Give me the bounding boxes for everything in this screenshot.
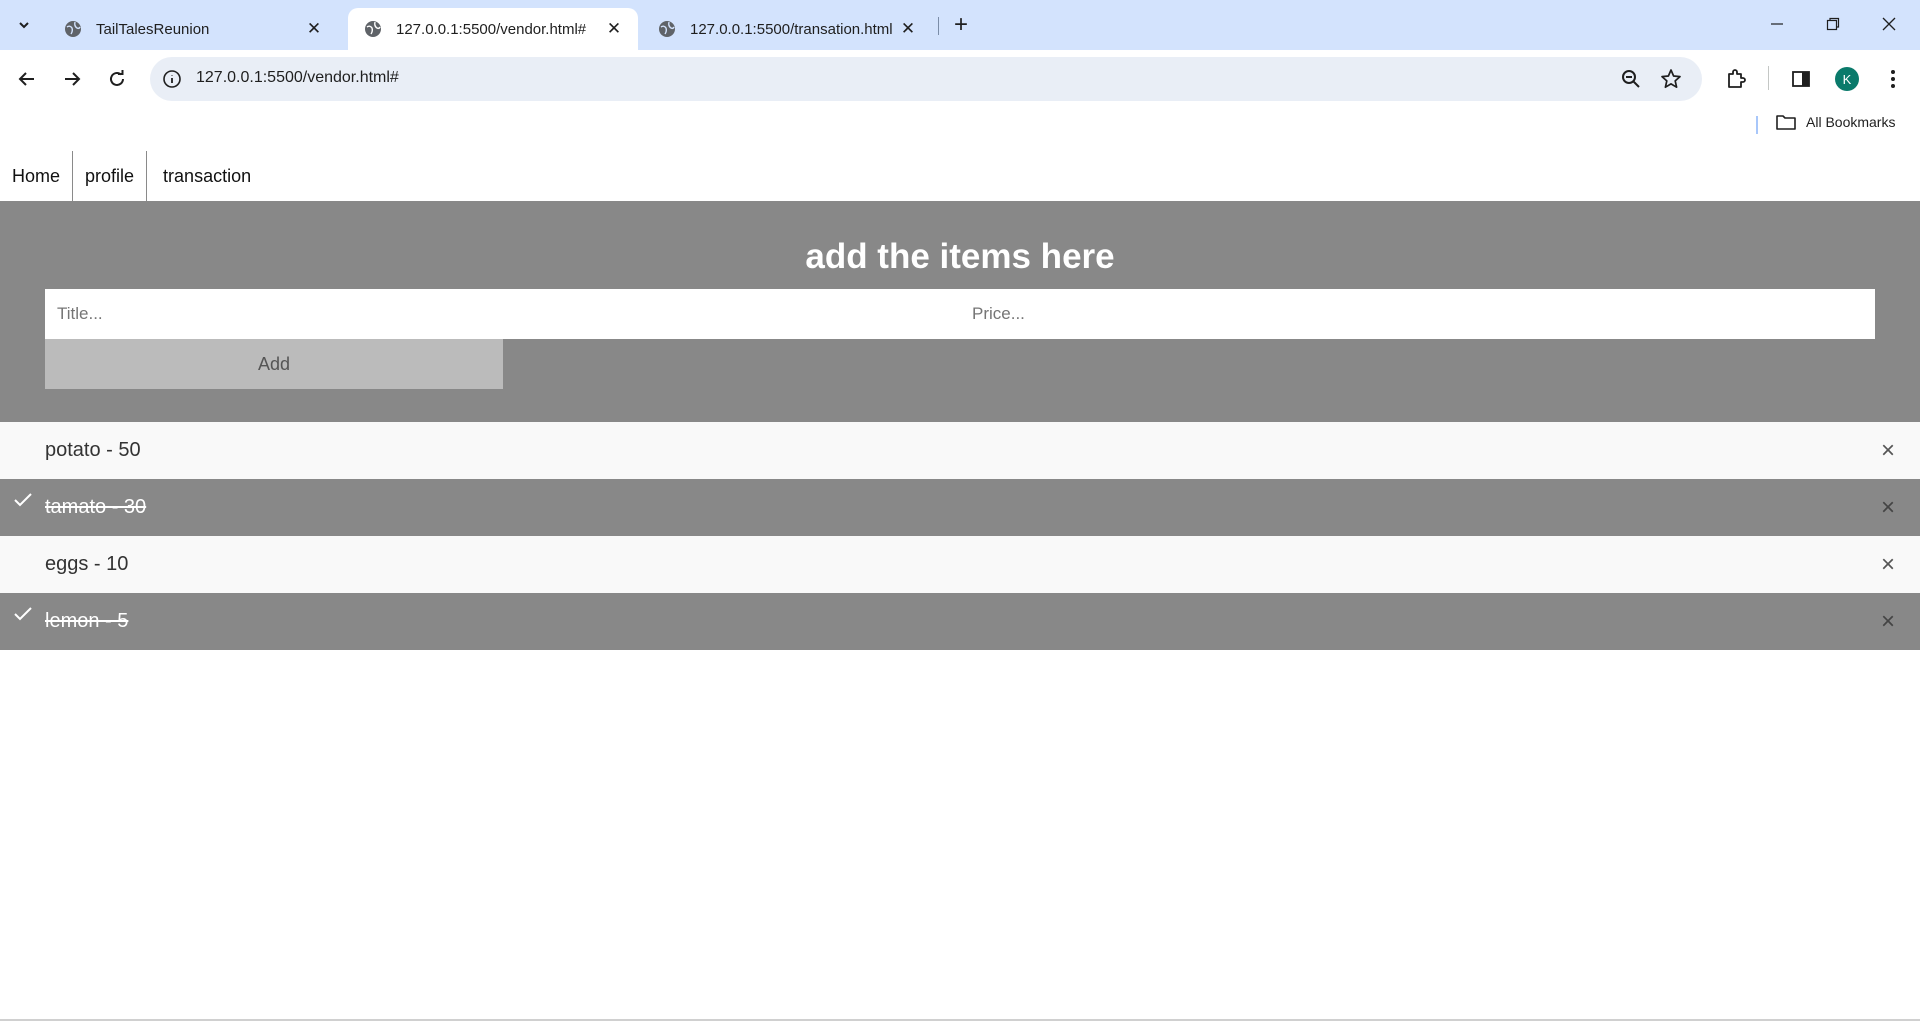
item-text: tamato - 30	[45, 496, 147, 518]
puzzle-icon	[1728, 69, 1746, 88]
top-nav: Home profile transaction	[0, 151, 263, 201]
item-text: eggs - 10	[45, 553, 129, 575]
side-panel-icon	[1792, 71, 1810, 87]
close-icon[interactable]: ×	[1876, 608, 1900, 635]
list-item[interactable]: eggs - 10 ×	[0, 536, 1920, 593]
browser-toolbar: 127.0.0.1:5500/vendor.html#	[0, 50, 1920, 108]
tab-title: TailTalesReunion	[96, 20, 210, 38]
list-item[interactable]: potato - 50 ×	[0, 422, 1920, 479]
restore-icon	[1826, 17, 1840, 31]
close-tab-icon[interactable]: ✕	[898, 19, 918, 39]
globe-icon	[659, 21, 675, 37]
item-list: potato - 50 × tamato - 30 × eggs - 10 × …	[0, 422, 1920, 650]
close-tab-icon[interactable]: ✕	[604, 19, 624, 39]
reload-button[interactable]	[100, 62, 134, 96]
price-input[interactable]	[960, 289, 1875, 339]
tab-tailtales[interactable]: TailTalesReunion ✕	[48, 8, 338, 50]
profile-avatar[interactable]: K	[1835, 67, 1859, 91]
tab-transation[interactable]: 127.0.0.1:5500/transation.html ✕	[642, 8, 932, 50]
chevron-down-icon	[19, 22, 29, 29]
back-button[interactable]	[10, 62, 44, 96]
bookmarks-separator	[1756, 116, 1758, 134]
browser-menu-button[interactable]	[1881, 67, 1905, 91]
toolbar-divider	[1768, 66, 1769, 90]
tab-separator	[938, 17, 939, 35]
close-icon	[1882, 17, 1896, 31]
side-panel-button[interactable]	[1789, 67, 1813, 91]
add-item-header: add the items here Add	[0, 201, 1920, 422]
list-item[interactable]: tamato - 30 ×	[0, 479, 1920, 536]
folder-icon	[1776, 115, 1796, 130]
reload-icon	[110, 70, 124, 86]
close-icon[interactable]: ×	[1876, 494, 1900, 521]
item-text: potato - 50	[45, 439, 141, 461]
page-content: Home profile transaction add the items h…	[0, 142, 1920, 1021]
url-text[interactable]: 127.0.0.1:5500/vendor.html#	[196, 69, 399, 87]
checkmark-icon	[14, 493, 32, 507]
restore-button[interactable]	[1810, 8, 1856, 40]
close-icon[interactable]: ×	[1876, 551, 1900, 578]
close-icon[interactable]: ×	[1876, 437, 1900, 464]
globe-icon	[365, 21, 381, 37]
arrow-right-icon	[65, 72, 81, 86]
nav-profile-link[interactable]: profile	[73, 151, 148, 201]
all-bookmarks-label: All Bookmarks	[1806, 114, 1896, 130]
forward-button[interactable]	[55, 62, 89, 96]
arrow-left-icon	[18, 72, 34, 86]
add-button[interactable]: Add	[45, 339, 503, 389]
tab-vendor[interactable]: 127.0.0.1:5500/vendor.html# ✕	[348, 8, 638, 50]
page-title: add the items here	[805, 237, 1115, 276]
input-row	[45, 289, 1875, 339]
bookmarks-bar: All Bookmarks	[0, 108, 1920, 142]
extensions-button[interactable]	[1724, 67, 1748, 91]
new-tab-button[interactable]: +	[948, 11, 974, 38]
checkmark-icon	[14, 607, 32, 621]
close-tab-icon[interactable]: ✕	[304, 19, 324, 39]
tab-title: 127.0.0.1:5500/transation.html	[690, 20, 893, 38]
globe-icon	[65, 21, 81, 37]
address-bar[interactable]: 127.0.0.1:5500/vendor.html#	[150, 57, 1702, 101]
all-bookmarks-button[interactable]: All Bookmarks	[1776, 114, 1895, 130]
minimize-button[interactable]	[1754, 8, 1800, 40]
tab-title: 127.0.0.1:5500/vendor.html#	[396, 20, 587, 38]
tab-search-button[interactable]	[8, 10, 40, 40]
item-text: lemon - 5	[45, 610, 129, 632]
bookmark-star-icon[interactable]	[1660, 68, 1682, 90]
list-item[interactable]: lemon - 5 ×	[0, 593, 1920, 650]
more-vert-icon	[1891, 70, 1895, 88]
close-window-button[interactable]	[1866, 8, 1912, 40]
nav-home-link[interactable]: Home	[0, 151, 74, 201]
site-info-icon[interactable]	[162, 69, 182, 89]
nav-transaction-link[interactable]: transaction	[147, 151, 263, 201]
title-input[interactable]	[45, 289, 960, 339]
zoom-icon[interactable]	[1620, 68, 1642, 90]
minimize-icon	[1771, 23, 1783, 25]
tab-strip: TailTalesReunion ✕ 127.0.0.1:5500/vendor…	[0, 0, 1920, 50]
